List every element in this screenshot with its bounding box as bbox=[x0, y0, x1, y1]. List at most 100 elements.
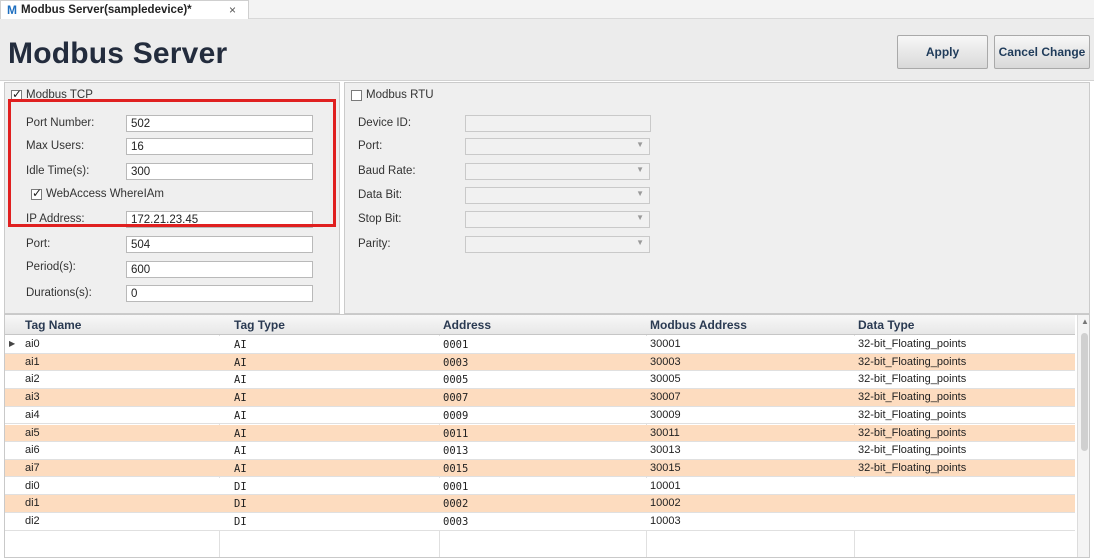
column-header-modbus-address[interactable]: Modbus Address bbox=[650, 318, 747, 332]
tag-name-cell[interactable]: ai1 bbox=[25, 356, 40, 368]
address-cell[interactable]: 0009 bbox=[443, 410, 468, 422]
tag-name-cell[interactable]: ai3 bbox=[25, 391, 40, 403]
data-type-cell[interactable]: 32-bit_Floating_points bbox=[858, 356, 966, 368]
modbus-address-cell[interactable]: 10002 bbox=[650, 497, 681, 509]
scrollbar-thumb[interactable] bbox=[1081, 333, 1088, 451]
table-row[interactable]: ai1 AI 0003 30003 32-bit_Floating_points bbox=[5, 353, 1075, 372]
tag-type-cell[interactable]: AI bbox=[234, 445, 247, 457]
device-id-input[interactable] bbox=[465, 115, 651, 132]
tag-name-cell[interactable]: ai5 bbox=[25, 427, 40, 439]
table-row[interactable]: di0 DI 0001 10001 bbox=[5, 477, 1075, 496]
max-users-label: Max Users: bbox=[26, 140, 85, 152]
address-cell[interactable]: 0003 bbox=[443, 516, 468, 528]
table-row[interactable]: ai6 AI 0013 30013 32-bit_Floating_points bbox=[5, 442, 1075, 460]
modbus-rtu-checkbox-row[interactable]: Modbus RTU bbox=[351, 89, 434, 101]
address-cell[interactable]: 0005 bbox=[443, 374, 468, 386]
tag-name-cell[interactable]: ai4 bbox=[25, 409, 40, 421]
period-label: Period(s): bbox=[26, 261, 76, 273]
tag-name-cell[interactable]: di1 bbox=[25, 497, 40, 509]
modbus-tcp-checkbox[interactable] bbox=[11, 87, 22, 101]
baud-rate-select[interactable]: ▼ bbox=[465, 163, 650, 180]
modbus-address-cell[interactable]: 30001 bbox=[650, 338, 681, 350]
data-type-cell[interactable]: 32-bit_Floating_points bbox=[858, 338, 966, 350]
data-bit-select[interactable]: ▼ bbox=[465, 187, 650, 204]
address-cell[interactable]: 0002 bbox=[443, 498, 468, 510]
data-type-cell[interactable]: 32-bit_Floating_points bbox=[858, 444, 966, 456]
tag-type-cell[interactable]: AI bbox=[234, 392, 247, 404]
table-row[interactable]: di2 DI 0003 10003 bbox=[5, 513, 1075, 531]
port-number-input[interactable] bbox=[126, 115, 313, 132]
whereiam-checkbox[interactable] bbox=[31, 186, 42, 200]
modbus-address-cell[interactable]: 30009 bbox=[650, 409, 681, 421]
table-row[interactable]: di1 DI 0002 10002 bbox=[5, 495, 1075, 513]
data-type-cell[interactable]: 32-bit_Floating_points bbox=[858, 462, 966, 474]
apply-button[interactable]: Apply bbox=[897, 35, 988, 69]
address-cell[interactable]: 0007 bbox=[443, 392, 468, 404]
tab-modbus-server[interactable]: M Modbus Server(sampledevice)* × bbox=[0, 0, 249, 19]
table-row[interactable]: ai7 AI 0015 30015 32-bit_Floating_points bbox=[5, 459, 1075, 478]
rtu-port-select[interactable]: ▼ bbox=[465, 138, 650, 155]
modbus-address-cell[interactable]: 30013 bbox=[650, 444, 681, 456]
tag-name-cell[interactable]: di0 bbox=[25, 480, 40, 492]
tag-type-cell[interactable]: AI bbox=[234, 463, 247, 475]
column-header-data-type[interactable]: Data Type bbox=[858, 318, 914, 332]
table-row[interactable]: ai2 AI 0005 30005 32-bit_Floating_points bbox=[5, 371, 1075, 389]
close-icon[interactable]: × bbox=[229, 3, 236, 17]
tag-type-cell[interactable]: AI bbox=[234, 428, 247, 440]
address-cell[interactable]: 0011 bbox=[443, 428, 468, 440]
scroll-up-icon[interactable]: ▲ bbox=[1081, 317, 1089, 326]
tag-type-cell[interactable]: DI bbox=[234, 498, 247, 510]
modbus-tcp-checkbox-row[interactable]: Modbus TCP bbox=[11, 87, 93, 101]
modbus-address-cell[interactable]: 10001 bbox=[650, 480, 681, 492]
tag-name-cell[interactable]: ai7 bbox=[25, 462, 40, 474]
data-type-cell[interactable]: 32-bit_Floating_points bbox=[858, 427, 966, 439]
address-cell[interactable]: 0003 bbox=[443, 357, 468, 369]
address-cell[interactable]: 0001 bbox=[443, 339, 468, 351]
modbus-address-cell[interactable]: 30015 bbox=[650, 462, 681, 474]
data-type-cell[interactable]: 32-bit_Floating_points bbox=[858, 373, 966, 385]
stop-bit-select[interactable]: ▼ bbox=[465, 211, 650, 228]
tag-name-cell[interactable]: ai6 bbox=[25, 444, 40, 456]
modbus-address-cell[interactable]: 30003 bbox=[650, 356, 681, 368]
max-users-input[interactable] bbox=[126, 138, 313, 155]
page-title: Modbus Server bbox=[8, 37, 228, 70]
idle-time-input[interactable] bbox=[126, 163, 313, 180]
tag-type-cell[interactable]: AI bbox=[234, 410, 247, 422]
modbus-rtu-checkbox[interactable] bbox=[351, 89, 362, 101]
data-type-cell[interactable]: 32-bit_Floating_points bbox=[858, 409, 966, 421]
modbus-address-cell[interactable]: 30011 bbox=[650, 427, 680, 439]
durations-input[interactable] bbox=[126, 285, 313, 302]
tag-type-cell[interactable]: AI bbox=[234, 357, 247, 369]
data-type-cell[interactable]: 32-bit_Floating_points bbox=[858, 391, 966, 403]
tag-name-cell[interactable]: ai0 bbox=[25, 338, 40, 350]
address-cell[interactable]: 0013 bbox=[443, 445, 468, 457]
modbus-address-cell[interactable]: 30005 bbox=[650, 373, 681, 385]
whereiam-port-input[interactable] bbox=[126, 236, 313, 253]
grid-header: Tag Name Tag Type Address Modbus Address… bbox=[5, 315, 1075, 335]
tag-type-cell[interactable]: AI bbox=[234, 339, 247, 351]
rtu-port-label: Port: bbox=[358, 140, 383, 152]
parity-select[interactable]: ▼ bbox=[465, 236, 650, 253]
tag-grid: Tag Name Tag Type Address Modbus Address… bbox=[4, 314, 1090, 558]
column-header-tag-name[interactable]: Tag Name bbox=[25, 318, 81, 332]
address-cell[interactable]: 0001 bbox=[443, 481, 468, 493]
modbus-address-cell[interactable]: 30007 bbox=[650, 391, 681, 403]
tag-type-cell[interactable]: DI bbox=[234, 516, 247, 528]
period-input[interactable] bbox=[126, 261, 313, 278]
table-row[interactable]: ai4 AI 0009 30009 32-bit_Floating_points bbox=[5, 406, 1075, 425]
address-cell[interactable]: 0015 bbox=[443, 463, 468, 475]
column-header-address[interactable]: Address bbox=[443, 318, 491, 332]
tag-name-cell[interactable]: ai2 bbox=[25, 373, 40, 385]
tag-type-cell[interactable]: DI bbox=[234, 481, 247, 493]
tag-type-cell[interactable]: AI bbox=[234, 374, 247, 386]
modbus-address-cell[interactable]: 10003 bbox=[650, 515, 681, 527]
column-header-tag-type[interactable]: Tag Type bbox=[234, 318, 285, 332]
cancel-change-button[interactable]: Cancel Change bbox=[994, 35, 1090, 69]
table-row[interactable]: ai5 AI 0011 30011 32-bit_Floating_points bbox=[5, 424, 1075, 442]
ip-address-input[interactable] bbox=[126, 211, 313, 228]
tag-name-cell[interactable]: di2 bbox=[25, 515, 40, 527]
table-row[interactable]: ▶ ai0 AI 0001 30001 32-bit_Floating_points bbox=[5, 336, 1075, 354]
whereiam-checkbox-row[interactable]: WebAccess WhereIAm bbox=[31, 186, 164, 200]
table-row[interactable]: ai3 AI 0007 30007 32-bit_Floating_points bbox=[5, 389, 1075, 407]
vertical-scrollbar[interactable]: ▲ bbox=[1077, 315, 1089, 557]
